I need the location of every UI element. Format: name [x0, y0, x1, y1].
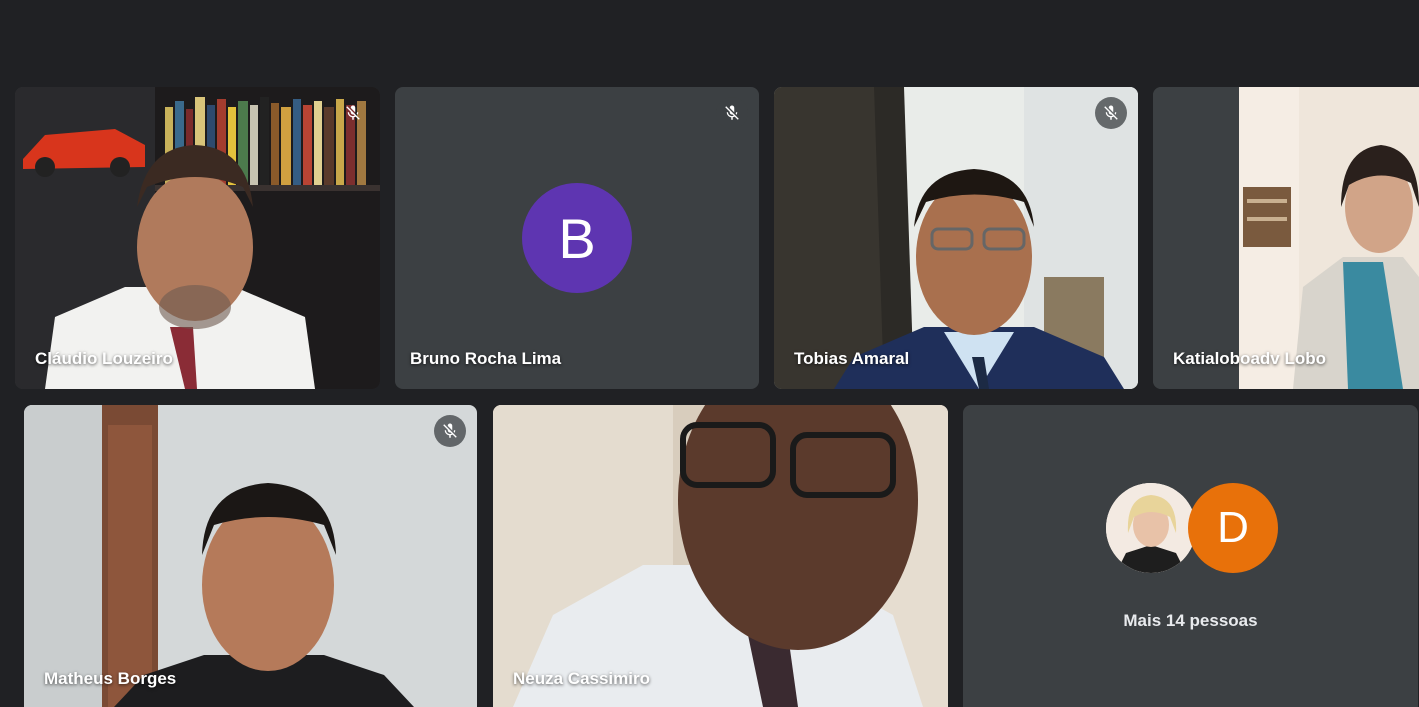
mic-off-indicator [337, 97, 369, 129]
participant-name: Tobias Amaral [794, 349, 910, 368]
participant-tile-katia[interactable]: Katialoboadv Lobo [1153, 87, 1419, 389]
video-feed [24, 405, 477, 707]
avatar: D [1188, 483, 1278, 573]
participant-tile-neuza[interactable]: Neuza Cassimiro [493, 405, 948, 707]
mic-off-icon [346, 105, 360, 120]
mic-off-icon [725, 105, 739, 120]
video-feed [1153, 87, 1419, 389]
avatar: B [522, 183, 632, 293]
participant-tile-bruno[interactable]: B Bruno Rocha Lima [395, 87, 759, 389]
more-participants-label: Mais 14 pessoas [1123, 611, 1258, 630]
participant-name: Neuza Cassimiro [513, 669, 650, 688]
video-feed [774, 87, 1138, 389]
mic-off-icon [443, 423, 457, 438]
avatar-photo [1106, 483, 1196, 573]
mic-off-indicator [1095, 97, 1127, 129]
mic-off-indicator [716, 97, 748, 129]
avatar-letter: D [1217, 503, 1249, 552]
mic-off-indicator [434, 415, 466, 447]
mic-off-icon [1104, 105, 1118, 120]
participant-name: Katialoboadv Lobo [1173, 349, 1326, 368]
more-participants-tile[interactable]: D Mais 14 pessoas [963, 405, 1418, 707]
video-feed [15, 87, 380, 389]
avatar-photo-icon [1106, 483, 1196, 573]
participant-tile-tobias[interactable]: Tobias Amaral [774, 87, 1138, 389]
participant-name: Bruno Rocha Lima [410, 349, 562, 368]
avatar-letter: B [558, 206, 596, 270]
participant-tile-matheus[interactable]: Matheus Borges [24, 405, 477, 707]
meeting-grid: Cláudio Louzeiro B Bruno Rocha Lima Tobi… [0, 0, 1419, 707]
participant-name: Matheus Borges [44, 669, 177, 688]
video-feed [493, 405, 948, 707]
participant-name: Cláudio Louzeiro [35, 349, 173, 368]
participant-tile-claudio[interactable]: Cláudio Louzeiro [15, 87, 380, 389]
